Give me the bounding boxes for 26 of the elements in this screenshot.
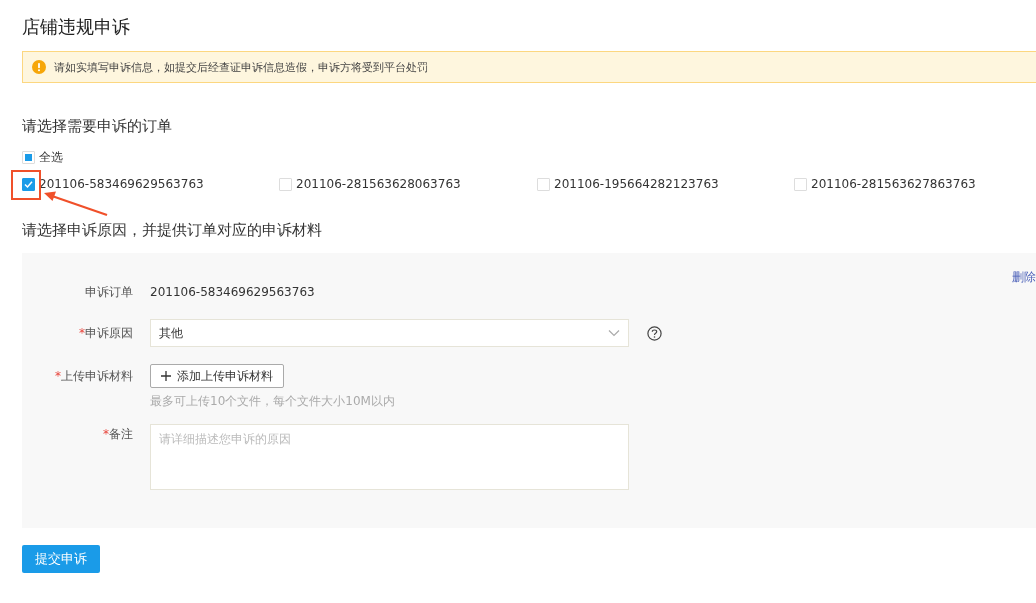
field-label: 申诉订单 — [84, 284, 133, 301]
plus-icon — [161, 371, 171, 381]
chevron-down-icon — [608, 329, 620, 337]
remark-field[interactable]: 请详细描述您申诉的原因 — [150, 424, 629, 490]
field-label: *上传申诉材料 — [54, 368, 133, 385]
warning-icon — [32, 60, 46, 74]
order-number: 201106-583469629563763 — [39, 177, 204, 191]
page-title: 店铺违规申诉 — [22, 15, 131, 39]
field-label: *申诉原因 — [78, 325, 133, 342]
order-number: 201106-195664282123763 — [554, 177, 719, 191]
delete-link[interactable]: 删除 — [1012, 269, 1036, 286]
highlight-box — [11, 170, 41, 200]
warning-text: 请如实填写申诉信息，如提交后经查证申诉信息造假，申诉方将受到平台处罚 — [54, 59, 428, 75]
field-label: *备注 — [102, 426, 133, 443]
select-all-label: 全选 — [39, 148, 63, 166]
order-number: 201106-281563628063763 — [296, 177, 461, 191]
add-upload-button[interactable]: 添加上传申诉材料 — [150, 364, 284, 388]
section-heading: 请选择申诉原因，并提供订单对应的申诉材料 — [22, 220, 323, 241]
reason-select[interactable]: 其他 — [150, 319, 629, 347]
help-icon[interactable] — [647, 326, 662, 341]
section-heading: 请选择需要申诉的订单 — [22, 116, 173, 137]
order-checkbox[interactable] — [22, 177, 35, 191]
order-number: 201106-281563627863763 — [811, 177, 976, 191]
select-all-checkbox[interactable] — [22, 150, 35, 164]
upload-hint: 最多可上传10个文件，每个文件大小10M以内 — [150, 393, 395, 410]
order-number: 201106-583469629563763 — [150, 284, 315, 301]
